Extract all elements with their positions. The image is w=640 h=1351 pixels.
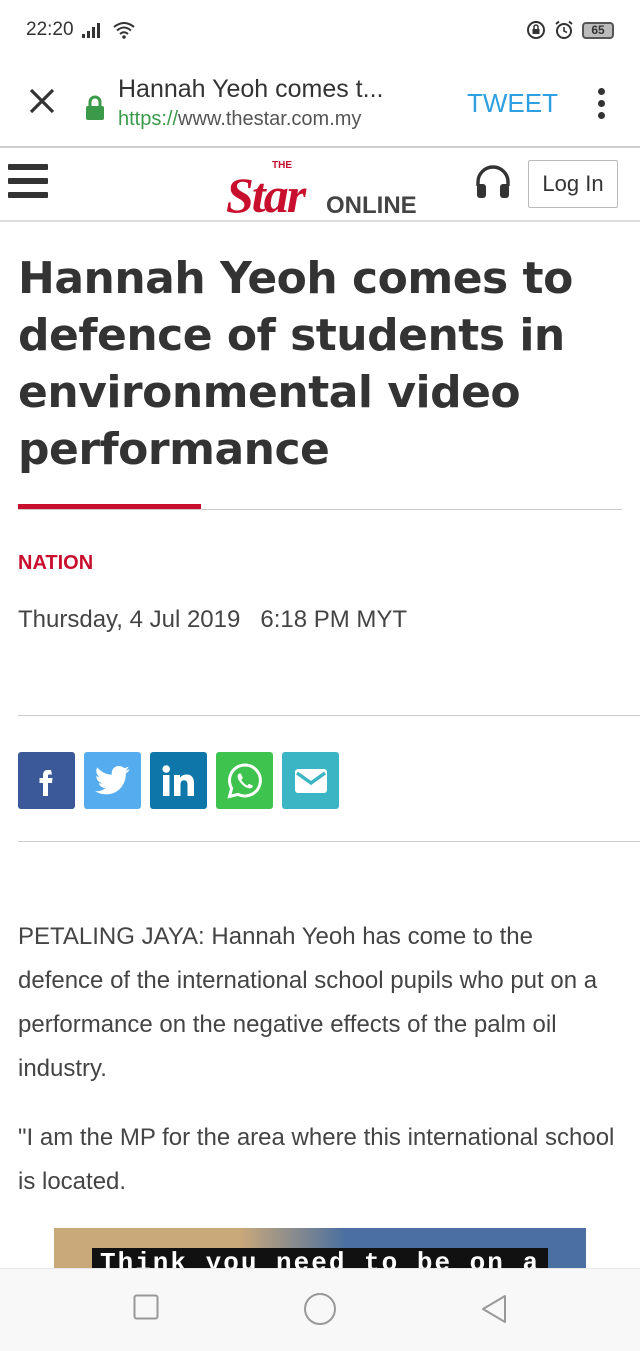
- headline-divider: [18, 509, 622, 510]
- home-icon: [304, 1293, 336, 1325]
- linkedin-icon: [161, 764, 194, 796]
- secure-lock-icon: [86, 95, 104, 120]
- divider: [18, 715, 640, 716]
- url-text: Hannah Yeoh comes t... https://www.thest…: [118, 75, 383, 131]
- signal-icon: [81, 23, 100, 38]
- alarm-icon: [555, 20, 573, 39]
- lock-rotation-icon: [527, 21, 545, 39]
- more-options-button[interactable]: [586, 87, 616, 119]
- divider: [18, 841, 640, 842]
- linkedin-share-button[interactable]: [150, 752, 207, 809]
- menu-bar-icon: [8, 164, 48, 170]
- url-host: www.thestar.com.my: [178, 108, 362, 130]
- close-icon: [29, 88, 55, 113]
- video-caption: Think you need to be on a: [92, 1248, 549, 1268]
- logo-star: Star: [226, 167, 306, 223]
- article-dateline: Thursday, 4 Jul 2019 6:18 PM MYT: [18, 606, 407, 634]
- menu-bar-icon: [8, 178, 48, 184]
- status-time: 22:20: [26, 19, 74, 40]
- menu-bar-icon: [8, 192, 48, 198]
- more-dot-icon: [597, 111, 605, 119]
- facebook-share-button[interactable]: [18, 752, 75, 809]
- site-header: THE Star ONLINE Log In: [0, 150, 640, 223]
- battery-indicator: 65: [582, 21, 614, 39]
- headline-accent-bar: [18, 504, 201, 509]
- back-icon: [482, 1295, 506, 1323]
- headphones-icon: [476, 165, 510, 198]
- status-bar: 22:20 65: [0, 0, 640, 60]
- back-button[interactable]: [480, 1294, 508, 1329]
- status-left: 22:20: [26, 19, 136, 41]
- article-paragraph: "I am the MP for the area where this int…: [18, 1124, 615, 1195]
- email-icon: [294, 768, 327, 793]
- audio-button[interactable]: [474, 164, 512, 205]
- home-button[interactable]: [303, 1292, 337, 1331]
- tweet-button[interactable]: TWEET: [467, 88, 558, 119]
- article-date: Thursday, 4 Jul 2019: [18, 606, 241, 633]
- category-link[interactable]: NATION: [18, 552, 93, 575]
- video-thumbnail[interactable]: Think you need to be on a: [54, 1228, 586, 1268]
- close-button[interactable]: [0, 82, 84, 125]
- login-button[interactable]: Log In: [528, 160, 618, 208]
- recents-button[interactable]: [133, 1294, 159, 1325]
- more-dot-icon: [597, 87, 605, 95]
- page-title: Hannah Yeoh comes t...: [118, 75, 384, 103]
- page-url: https://www.thestar.com.my: [118, 108, 383, 131]
- browser-toolbar: Hannah Yeoh comes t... https://www.thest…: [0, 60, 640, 148]
- whatsapp-icon: [226, 762, 262, 799]
- article-time: 6:18 PM MYT: [260, 606, 408, 633]
- twitter-icon: [94, 765, 130, 794]
- url-bar[interactable]: Hannah Yeoh comes t... https://www.thest…: [84, 75, 467, 131]
- recents-icon: [133, 1294, 159, 1320]
- url-scheme: https://: [118, 108, 179, 130]
- share-buttons: [18, 752, 339, 809]
- article-headline: Hannah Yeoh comes to defence of students…: [18, 253, 573, 475]
- email-share-button[interactable]: [282, 752, 339, 809]
- more-dot-icon: [597, 99, 605, 107]
- facebook-icon: [39, 769, 52, 796]
- article-paragraph: PETALING JAYA: Hannah Yeoh has come to t…: [18, 923, 598, 1082]
- twitter-share-button[interactable]: [84, 752, 141, 809]
- wifi-icon: [112, 22, 135, 39]
- system-nav-bar: [0, 1268, 640, 1351]
- logo-online: ONLINE: [326, 192, 417, 219]
- whatsapp-share-button[interactable]: [216, 752, 273, 809]
- status-right: 65: [526, 20, 614, 40]
- menu-button[interactable]: [8, 164, 48, 206]
